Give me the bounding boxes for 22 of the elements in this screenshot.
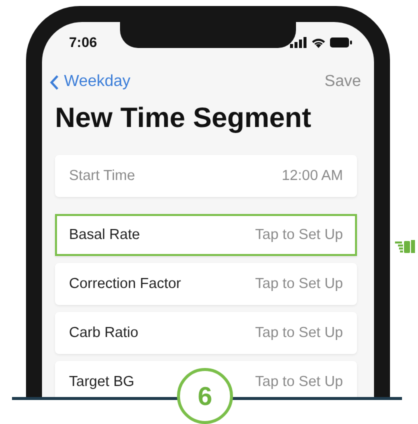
row-label: Start Time — [69, 168, 136, 184]
battery-icon — [330, 36, 352, 48]
signal-icon — [290, 36, 307, 48]
row-label: Correction Factor — [69, 276, 182, 292]
row-value: Tap to Set Up — [255, 374, 343, 390]
row-value: Tap to Set Up — [255, 325, 343, 341]
row-value: Tap to Set Up — [255, 227, 343, 243]
step-number: 6 — [177, 368, 233, 424]
row-label: Target BG — [69, 374, 134, 390]
back-link[interactable]: Weekday — [50, 73, 130, 91]
settings-row[interactable]: Basal Rate Tap to Set Up — [55, 214, 357, 256]
settings-row[interactable]: Carb Ratio Tap to Set Up — [55, 312, 357, 354]
pointing-hand-icon — [395, 240, 415, 253]
settings-row[interactable]: Correction Factor Tap to Set Up — [55, 263, 357, 305]
row-value: Tap to Set Up — [255, 276, 343, 292]
page-title: New Time Segment — [54, 101, 312, 135]
row-label: Basal Rate — [69, 227, 140, 243]
wifi-icon — [311, 36, 326, 48]
row-value: 12:00 AM — [282, 168, 343, 184]
row-label: Carb Ratio — [69, 325, 138, 341]
chevron-left-icon — [50, 74, 59, 90]
status-time: 7:06 — [69, 34, 98, 50]
